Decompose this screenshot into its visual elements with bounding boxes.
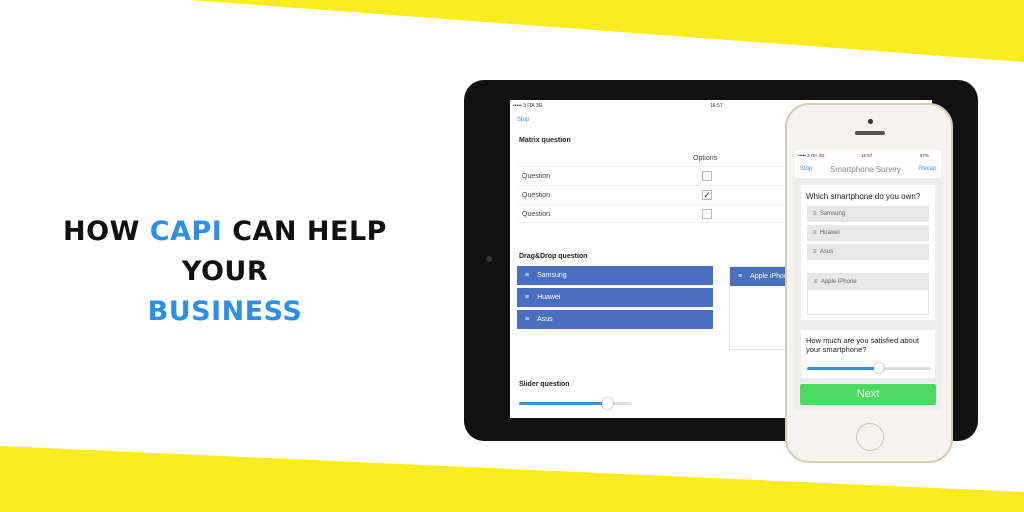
matrix-row: Question ✓ (518, 185, 818, 204)
matrix-row: Question (518, 166, 818, 185)
checkbox-checked[interactable]: ✓ (702, 190, 712, 200)
status-carrier: ••••• 3 ITA 3G (798, 153, 825, 158)
phone-camera-icon (868, 119, 873, 124)
checkbox[interactable] (702, 209, 712, 219)
drag-item-label: Huawei (537, 294, 561, 301)
stop-button[interactable]: Stop (517, 117, 529, 123)
home-button[interactable] (856, 423, 884, 451)
matrix-column-header: Options (693, 155, 718, 162)
status-time: 16:57 (861, 153, 873, 158)
drag-option[interactable]: ≡ Asus (807, 244, 929, 260)
headline-accent-line: BUSINESS (147, 296, 303, 327)
dragdrop-question-title: Drag&Drop question (519, 253, 588, 260)
question-title: How much are you satisfied about your sm… (806, 336, 919, 354)
slider-track[interactable] (519, 398, 632, 409)
dropped-option[interactable]: ≡ Apple iPhone (808, 274, 928, 290)
drag-handle-icon: ≡ (525, 272, 530, 279)
tablet-camera-icon (486, 256, 492, 262)
question-title: Which smartphone do you own? (806, 192, 921, 201)
row-label: Question (522, 211, 551, 218)
phone-speaker (855, 131, 885, 135)
option-label: Huawei (819, 230, 840, 236)
drag-option[interactable]: ≡ Samsung (807, 206, 929, 222)
status-time: 16:57 (710, 103, 723, 109)
drag-handle-icon: ≡ (525, 316, 530, 323)
drag-option[interactable]: ≡ Huawei (807, 225, 929, 241)
recap-button[interactable]: Recap (919, 166, 936, 172)
row-label: Question (522, 173, 551, 180)
drag-item[interactable]: ≡ Huawei (517, 288, 713, 307)
slider-thumb[interactable] (873, 363, 884, 373)
row-label: Question (522, 192, 551, 199)
option-label: Asus (819, 249, 834, 255)
slider-question-title: Slider question (519, 381, 570, 388)
stop-button[interactable]: Stop (800, 166, 812, 172)
next-button[interactable]: Next (800, 384, 936, 405)
question-card: How much are you satisfied about your sm… (801, 330, 935, 378)
slider-thumb[interactable] (602, 398, 614, 409)
question-card: Which smartphone do you own? ≡ Samsung ≡… (801, 185, 935, 320)
yellow-band-top (190, 0, 1024, 62)
drag-handle-icon: ≡ (525, 294, 530, 301)
option-label: Apple iPhone (820, 279, 857, 285)
slider-fill (519, 402, 608, 405)
drag-item-label: Samsung (537, 272, 567, 279)
drag-handle-icon: ≡ (738, 273, 743, 280)
status-carrier: ••••• 3 ITA 3G (513, 103, 543, 109)
drag-item[interactable]: ≡ Samsung (517, 266, 713, 285)
matrix-row: Question (518, 204, 818, 223)
headline-accent: CAPI (149, 216, 223, 247)
drop-zone[interactable]: ≡ Apple iPhone (807, 273, 929, 315)
survey-title: Smartphone Survey (830, 165, 901, 174)
headline: HOW CAPI CAN HELP YOUR BUSINESS (20, 212, 430, 332)
drag-item-label: Asus (537, 316, 553, 323)
matrix-question-title: Matrix question (519, 137, 571, 144)
headline-text: HOW (63, 216, 150, 247)
drag-item[interactable]: ≡ Asus (517, 310, 713, 329)
slider-track[interactable] (807, 363, 931, 373)
phone-screen: ••••• 3 ITA 3G 16:57 57% Stop Smartphone… (795, 150, 941, 410)
status-battery: 57% (920, 153, 930, 158)
checkbox[interactable] (702, 171, 712, 181)
option-label: Samsung (819, 211, 846, 217)
slider-fill (807, 367, 879, 370)
